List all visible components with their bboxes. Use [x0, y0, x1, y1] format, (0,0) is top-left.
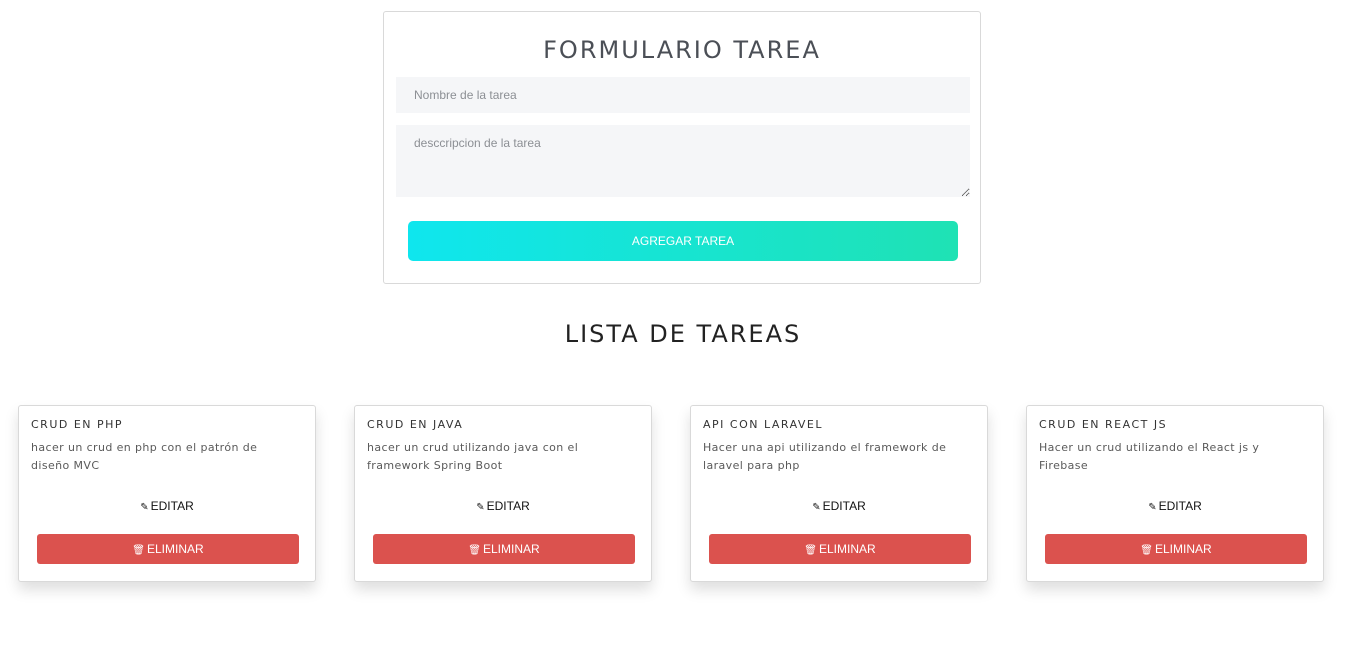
task-card: CRUD EN JAVA hacer un crud utilizando ja…	[354, 405, 652, 582]
edit-button[interactable]: ✎ EDITAR	[691, 498, 987, 514]
edit-label: EDITAR	[150, 499, 194, 513]
task-description: hacer un crud utilizando java con el fra…	[367, 441, 579, 472]
task-description: hacer un crud en php con el patrón de di…	[31, 441, 258, 472]
trash-icon: 🗑	[1140, 545, 1153, 556]
form-title: FORMULARIO TAREA	[543, 36, 821, 64]
edit-button[interactable]: ✎ EDITAR	[1027, 498, 1323, 514]
delete-button[interactable]: 🗑 ELIMINAR	[1045, 534, 1307, 564]
task-form-card: FORMULARIO TAREA AGREGAR TAREA	[383, 11, 981, 284]
task-description: Hacer un crud utilizando el React js y F…	[1039, 441, 1260, 472]
delete-button[interactable]: 🗑 ELIMINAR	[37, 534, 299, 564]
trash-icon: 🗑	[132, 545, 145, 556]
task-list-title: LISTA DE TAREAS	[564, 320, 802, 348]
task-card: API CON LARAVEL Hacer una api utilizando…	[690, 405, 988, 582]
task-card: CRUD EN PHP hacer un crud en php con el …	[18, 405, 316, 582]
task-name: API CON LARAVEL	[703, 418, 823, 431]
task-card: CRUD EN REACT JS Hacer un crud utilizand…	[1026, 405, 1324, 582]
delete-label: ELIMINAR	[483, 542, 540, 556]
task-description: Hacer una api utilizando el framework de…	[703, 441, 947, 472]
delete-label: ELIMINAR	[147, 542, 204, 556]
edit-button[interactable]: ✎ EDITAR	[19, 498, 315, 514]
task-name: CRUD EN JAVA	[367, 418, 464, 431]
add-task-button[interactable]: AGREGAR TAREA	[408, 221, 958, 261]
delete-label: ELIMINAR	[819, 542, 876, 556]
edit-icon: ✎	[140, 502, 149, 513]
edit-label: EDITAR	[486, 499, 530, 513]
task-name: CRUD EN REACT JS	[1039, 418, 1168, 431]
delete-label: ELIMINAR	[1155, 542, 1212, 556]
task-name-input[interactable]	[396, 77, 970, 113]
delete-button[interactable]: 🗑 ELIMINAR	[709, 534, 971, 564]
delete-button[interactable]: 🗑 ELIMINAR	[373, 534, 635, 564]
trash-icon: 🗑	[468, 545, 481, 556]
edit-icon: ✎	[1148, 502, 1157, 513]
edit-icon: ✎	[812, 502, 821, 513]
task-description-input[interactable]	[396, 125, 970, 197]
edit-button[interactable]: ✎ EDITAR	[355, 498, 651, 514]
edit-label: EDITAR	[1158, 499, 1202, 513]
edit-icon: ✎	[476, 502, 485, 513]
task-name: CRUD EN PHP	[31, 418, 124, 431]
trash-icon: 🗑	[804, 545, 817, 556]
edit-label: EDITAR	[822, 499, 866, 513]
